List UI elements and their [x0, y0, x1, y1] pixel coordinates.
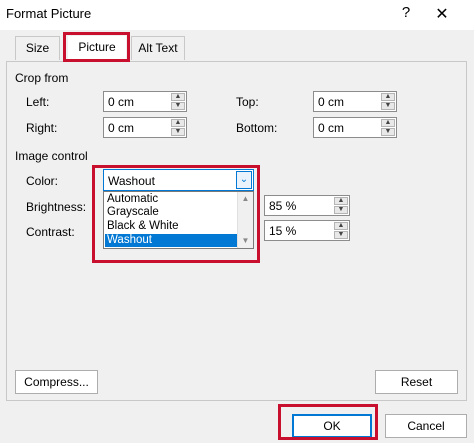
highlight-box-ok — [278, 404, 378, 440]
brightness-value[interactable]: 85 % — [269, 199, 296, 213]
spin-down-icon[interactable]: ▼ — [171, 102, 185, 110]
cancel-button[interactable]: Cancel — [385, 414, 467, 438]
spin-up-icon[interactable]: ▲ — [381, 119, 395, 127]
spin-up-icon[interactable]: ▲ — [334, 197, 348, 205]
spin-down-icon[interactable]: ▼ — [334, 206, 348, 214]
highlight-box-color-dropdown — [92, 165, 260, 263]
brightness-spinner[interactable]: 85 % ▲ ▼ — [264, 195, 350, 216]
image-control-section-label: Image control — [15, 149, 88, 163]
spin-up-icon[interactable]: ▲ — [171, 93, 185, 101]
crop-left-label: Left: — [26, 95, 50, 109]
spin-up-icon[interactable]: ▲ — [171, 119, 185, 127]
brightness-label: Brightness: — [26, 200, 87, 214]
help-icon[interactable]: ? — [398, 4, 414, 24]
tab-size[interactable]: Size — [15, 36, 60, 60]
crop-top-spinner[interactable]: 0 cm ▲ ▼ — [313, 91, 397, 112]
crop-right-value[interactable]: 0 cm — [108, 121, 134, 135]
crop-top-value[interactable]: 0 cm — [318, 95, 344, 109]
close-icon[interactable]: ✕ — [432, 4, 452, 24]
crop-right-label: Right: — [26, 121, 58, 135]
compress-button[interactable]: Compress... — [15, 370, 98, 394]
dialog-title: Format Picture — [6, 6, 92, 21]
spin-down-icon[interactable]: ▼ — [334, 231, 348, 239]
crop-left-value[interactable]: 0 cm — [108, 95, 134, 109]
highlight-box-tab — [63, 32, 130, 62]
crop-top-label: Top: — [236, 95, 259, 109]
crop-section-label: Crop from — [15, 71, 69, 85]
spin-down-icon[interactable]: ▼ — [381, 128, 395, 136]
color-label: Color: — [26, 174, 59, 188]
spin-up-icon[interactable]: ▲ — [334, 222, 348, 230]
reset-button[interactable]: Reset — [375, 370, 458, 394]
spin-down-icon[interactable]: ▼ — [381, 102, 395, 110]
spin-up-icon[interactable]: ▲ — [381, 93, 395, 101]
crop-bottom-label: Bottom: — [236, 121, 278, 135]
crop-bottom-spinner[interactable]: 0 cm ▲ ▼ — [313, 117, 397, 138]
contrast-value[interactable]: 15 % — [269, 224, 296, 238]
contrast-label: Contrast: — [26, 225, 75, 239]
spin-down-icon[interactable]: ▼ — [171, 128, 185, 136]
crop-right-spinner[interactable]: 0 cm ▲ ▼ — [103, 117, 187, 138]
crop-bottom-value[interactable]: 0 cm — [318, 121, 344, 135]
contrast-spinner[interactable]: 15 % ▲ ▼ — [264, 220, 350, 241]
crop-left-spinner[interactable]: 0 cm ▲ ▼ — [103, 91, 187, 112]
tab-alt-text[interactable]: Alt Text — [131, 36, 185, 60]
